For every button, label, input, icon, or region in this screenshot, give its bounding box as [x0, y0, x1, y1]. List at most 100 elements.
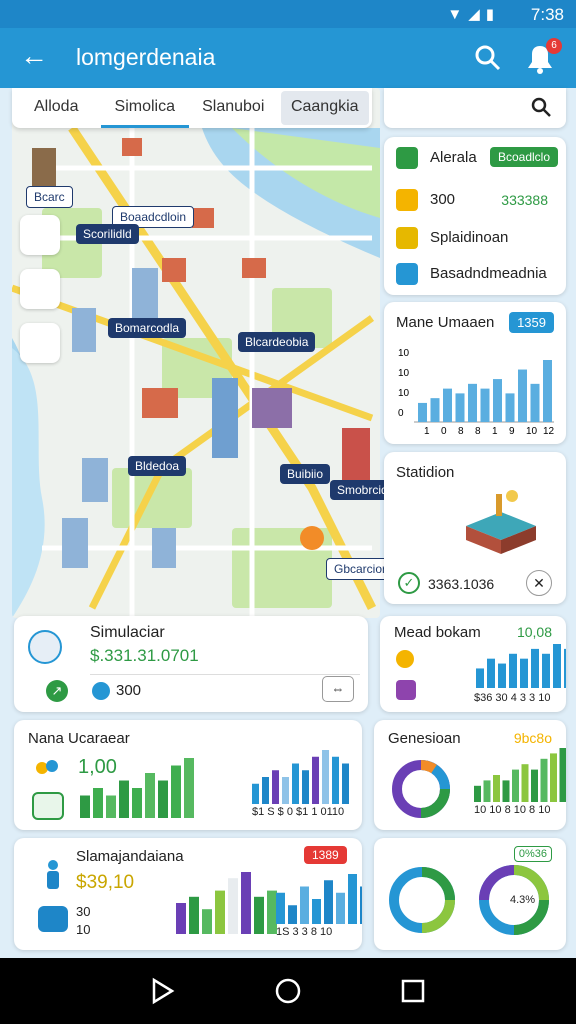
meal-axis: $36 30 4 3 3 10	[474, 692, 551, 704]
nana-right-bar	[302, 770, 309, 804]
station-building-icon	[466, 490, 536, 554]
simulation-money: $.331.31.0701	[90, 646, 199, 665]
station-title: Statidion	[396, 464, 455, 481]
lock-icon	[396, 189, 418, 211]
x-tick-label: 0	[441, 426, 447, 437]
nana-left-bar	[80, 795, 90, 818]
generation-card: Genesioan 9bc8o 10 10 8 10 8 10	[374, 720, 566, 830]
sla-axis: 1S 3 3 8 10	[276, 926, 333, 938]
generation-bar	[559, 748, 566, 802]
sla-left-bar	[202, 909, 212, 934]
generation-bar	[483, 780, 491, 802]
nana-right-bar	[342, 763, 349, 804]
station-stats: 3363.1036	[428, 576, 495, 592]
layer-pill: Bcoadlclo	[489, 147, 558, 167]
layer-row[interactable]: Splaidinoan	[396, 225, 558, 253]
sla-left-bar	[254, 896, 264, 934]
nana-right-bar	[282, 777, 289, 804]
chat-tool-icon[interactable]	[20, 323, 60, 363]
simulation-value: 300	[116, 682, 142, 699]
right-search-box[interactable]	[384, 88, 566, 128]
layers-card: Alerala Bcoadlclo 300 333388 Splaidinoan…	[384, 137, 566, 295]
generation-bar	[474, 785, 481, 802]
status-icons: ▼◢▮	[447, 6, 500, 23]
layer-label: Splaidinoan	[430, 229, 509, 246]
x-tick-label: 1	[424, 426, 430, 437]
house-icon	[396, 147, 418, 169]
person-tool-icon[interactable]	[20, 269, 60, 309]
link-icon[interactable]: ⇔	[322, 676, 354, 702]
layer-label: Basadndmeadnia	[430, 265, 547, 282]
x-tick-label: 8	[475, 426, 481, 437]
meal-bar	[520, 658, 528, 688]
nana-left-bar	[106, 795, 116, 818]
nana-left-bar	[132, 788, 142, 818]
y-tick-label: 10	[398, 348, 410, 359]
layer-row[interactable]: Basadndmeadnia	[396, 261, 558, 289]
donuts-card: 0%36 4.3%	[374, 838, 566, 950]
back-nav-icon[interactable]	[152, 977, 175, 1005]
generation-bar	[540, 758, 548, 802]
metric-chart: 10101001 0 8 8 1 9 10 12	[398, 348, 555, 437]
meal-bar	[553, 644, 561, 688]
navigation-bar	[0, 958, 576, 1024]
close-icon[interactable]: ✕	[526, 570, 552, 596]
sla-right-bar	[312, 899, 321, 924]
map-label[interactable]: Bcarc	[26, 186, 73, 208]
meal-bar	[564, 648, 566, 688]
tab-simolica[interactable]: Simolica	[100, 88, 189, 128]
x-tick-label: 1	[492, 426, 498, 437]
x-tick-label: 10	[526, 426, 538, 437]
layer-label: Alerala	[430, 149, 477, 166]
book-tool-icon[interactable]	[20, 215, 60, 255]
go-icon[interactable]: ↗	[46, 680, 68, 702]
meal-card: Mead bokam 10,08 $36 30 4 3 3 10	[380, 616, 566, 712]
metric-bar	[480, 388, 490, 422]
map-label[interactable]: Bomarcodla	[108, 318, 187, 338]
sla-left-bar	[176, 903, 186, 934]
nana-left-bar	[119, 780, 129, 818]
nana-left-bar	[184, 758, 194, 818]
layer-row[interactable]: Alerala Bcoadlclo	[396, 145, 558, 173]
nana-left-bar	[145, 773, 155, 818]
app-bar: ← lomgerdenaia 6	[0, 28, 576, 88]
layer-value: 333388	[501, 192, 548, 208]
avatar	[28, 630, 62, 664]
sla-right-bar	[276, 892, 285, 924]
map-label[interactable]: Scorilidld	[76, 224, 139, 244]
city-map[interactable]	[12, 88, 380, 618]
station-card: Statidion ✓ 3363.1036 ✕	[384, 452, 566, 604]
nana-left-bar	[93, 788, 103, 818]
search-icon[interactable]	[530, 96, 552, 118]
sla-left-bar	[241, 872, 251, 934]
metric-bar	[493, 379, 502, 422]
generation-bar	[521, 764, 529, 802]
generation-bar	[512, 769, 519, 802]
meal-bar	[542, 653, 550, 688]
map-label[interactable]: Bldedoa	[128, 456, 187, 476]
settings-icon[interactable]	[92, 682, 110, 700]
nana-axis: $1 S $ 0 $1 1 0110	[252, 806, 345, 818]
sla-left-bar	[215, 890, 225, 934]
y-tick-label: 10	[398, 368, 410, 379]
y-tick-label: 10	[398, 388, 410, 399]
layer-row[interactable]: 300 333388	[396, 187, 558, 215]
metric-bar	[505, 393, 515, 422]
sla-right-bar	[300, 886, 309, 924]
map-label[interactable]: Buibiio	[280, 464, 331, 484]
category-tabs: Alloda Simolica Slanuboi Caangkia	[12, 88, 372, 128]
tab-alloda[interactable]: Alloda	[12, 88, 101, 128]
search-icon[interactable]	[472, 42, 504, 74]
home-nav-icon[interactable]	[275, 978, 301, 1004]
tab-slanuboi[interactable]: Slanuboi	[189, 88, 278, 128]
tab-caangkia[interactable]: Caangkia	[280, 91, 369, 125]
metric-bar	[455, 393, 465, 422]
back-arrow-icon[interactable]: ←	[20, 42, 48, 70]
metric-bar	[443, 388, 452, 422]
map-canvas[interactable]	[12, 88, 380, 618]
sla-card: Slamajandaiana 1389 $39,10 30 10 1S 3 3 …	[14, 838, 362, 950]
meal-bar	[531, 648, 539, 688]
app-title: lomgerdenaia	[76, 44, 216, 70]
recents-nav-icon[interactable]	[401, 979, 425, 1003]
map-label[interactable]: Blcardeobia	[238, 332, 316, 352]
